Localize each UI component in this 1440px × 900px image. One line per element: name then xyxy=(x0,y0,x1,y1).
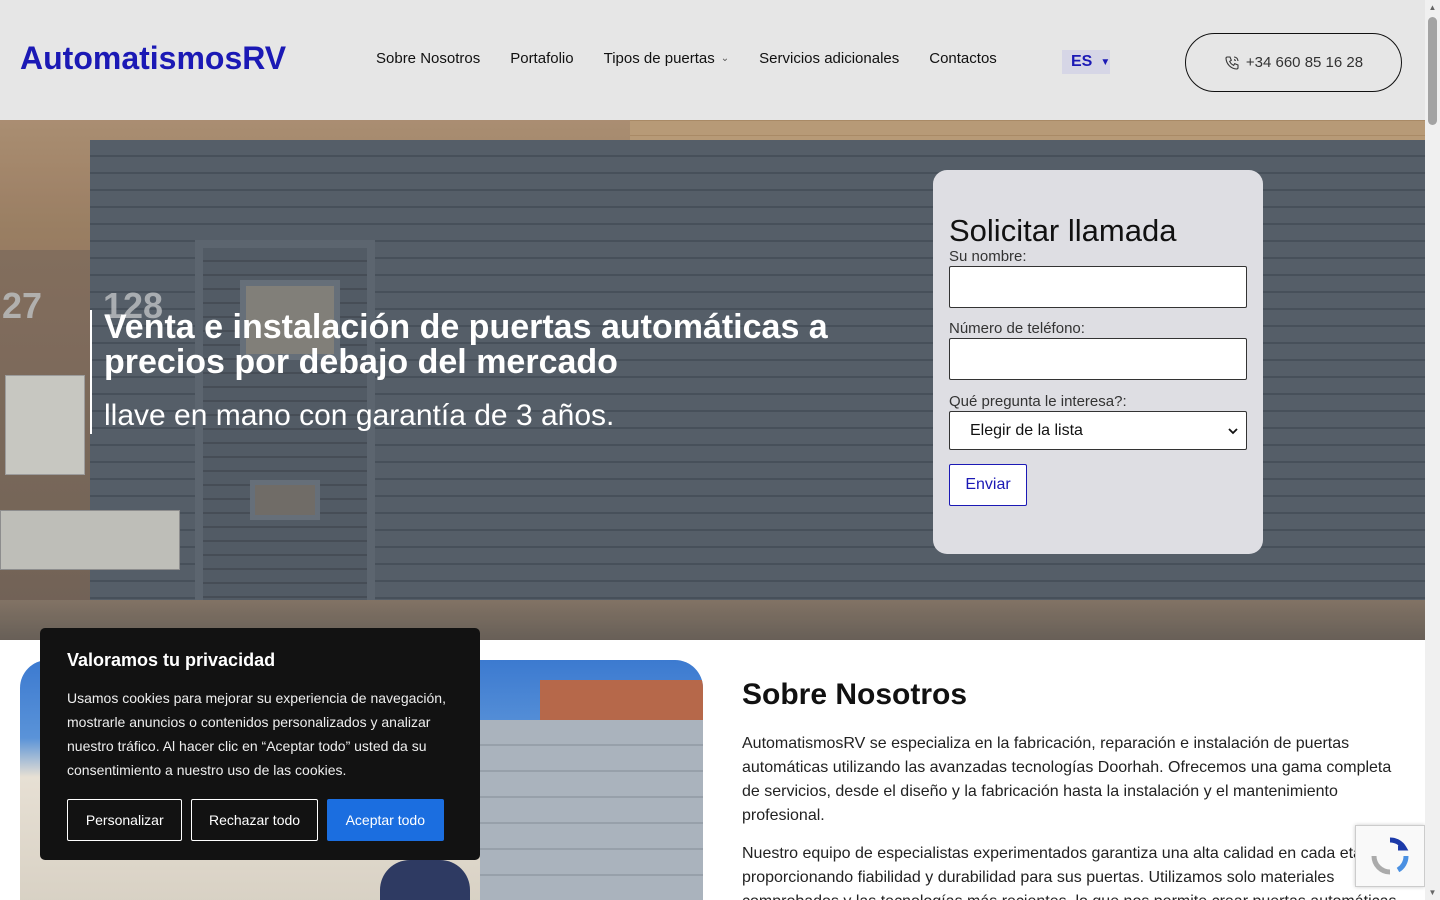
scroll-down-arrow-icon[interactable]: ▼ xyxy=(1425,885,1440,900)
hero-text-block: Venta e instalación de puertas automátic… xyxy=(90,310,850,434)
cookie-title: Valoramos tu privacidad xyxy=(67,650,276,670)
scrollbar-thumb[interactable] xyxy=(1428,17,1437,125)
about-image-gate xyxy=(480,720,703,900)
nav-item-servicios-adicionales[interactable]: Servicios adicionales xyxy=(759,50,899,67)
question-label: Qué pregunta le interesa?: xyxy=(949,393,1127,410)
recaptcha-icon xyxy=(1371,837,1409,875)
phone-icon xyxy=(1225,55,1239,70)
caret-down-icon: ▼ xyxy=(1100,56,1111,68)
about-image-worker xyxy=(380,860,470,900)
nav-label: Tipos de puertas xyxy=(603,50,715,67)
language-selector[interactable]: ES ▼ xyxy=(1062,50,1110,74)
cookie-banner: Valoramos tu privacidad Usamos cookies p… xyxy=(40,628,480,860)
phone-button[interactable]: +34 660 85 16 28 xyxy=(1185,33,1402,92)
cookie-actions: Personalizar Rechazar todo Aceptar todo xyxy=(67,799,453,841)
question-select[interactable]: Elegir de la lista xyxy=(949,411,1247,450)
site-logo[interactable]: AutomatismosRV xyxy=(20,40,286,77)
hero-title: Venta e instalación de puertas automátic… xyxy=(104,308,828,381)
site-header: AutomatismosRV Sobre Nosotros Portafolio… xyxy=(0,0,1425,120)
page-scrollbar[interactable]: ▲ ▼ xyxy=(1425,0,1440,900)
scroll-up-arrow-icon[interactable]: ▲ xyxy=(1425,0,1440,15)
cookie-reject-button[interactable]: Rechazar todo xyxy=(191,799,318,841)
about-paragraph: Nuestro equipo de especialistas experime… xyxy=(742,845,1397,900)
about-image-roof xyxy=(540,680,703,720)
question-select-value: Elegir de la lista xyxy=(970,421,1083,439)
cookie-text: Usamos cookies para mejorar su experienc… xyxy=(67,690,446,778)
language-label: ES xyxy=(1071,53,1093,70)
nav-item-contactos[interactable]: Contactos xyxy=(929,50,997,67)
phone-label: Número de teléfono: xyxy=(949,320,1085,337)
phone-input[interactable] xyxy=(949,338,1247,380)
about-title: Sobre Nosotros xyxy=(742,678,968,711)
recaptcha-badge[interactable] xyxy=(1355,825,1425,887)
nav-label: Contactos xyxy=(929,50,997,67)
nav-label: Servicios adicionales xyxy=(759,50,900,67)
callback-form: Solicitar llamada Su nombre: Número de t… xyxy=(933,170,1263,554)
cookie-customize-button[interactable]: Personalizar xyxy=(67,799,183,841)
name-input[interactable] xyxy=(949,266,1247,308)
phone-number: +34 660 85 16 28 xyxy=(1245,54,1364,71)
nav-item-portafolio[interactable]: Portafolio xyxy=(510,50,573,67)
nav-label: Portafolio xyxy=(510,50,574,67)
hero-subtitle: llave en mano con garantía de 3 años. xyxy=(104,399,615,432)
nav-label: Sobre Nosotros xyxy=(376,50,481,67)
name-label: Su nombre: xyxy=(949,248,1027,265)
chevron-down-icon: ⌄ xyxy=(720,53,730,64)
about-paragraph: AutomatismosRV se especializa en la fabr… xyxy=(742,735,1392,824)
nav-item-tipos-de-puertas[interactable]: Tipos de puertas ⌄ xyxy=(604,50,730,67)
nav-item-sobre-nosotros[interactable]: Sobre Nosotros xyxy=(376,50,480,67)
main-nav: Sobre Nosotros Portafolio Tipos de puert… xyxy=(376,50,1027,67)
chevron-down-icon xyxy=(1228,427,1238,434)
cookie-accept-button[interactable]: Aceptar todo xyxy=(326,799,444,841)
form-title: Solicitar llamada xyxy=(949,213,1177,248)
submit-button[interactable]: Enviar xyxy=(949,464,1027,506)
